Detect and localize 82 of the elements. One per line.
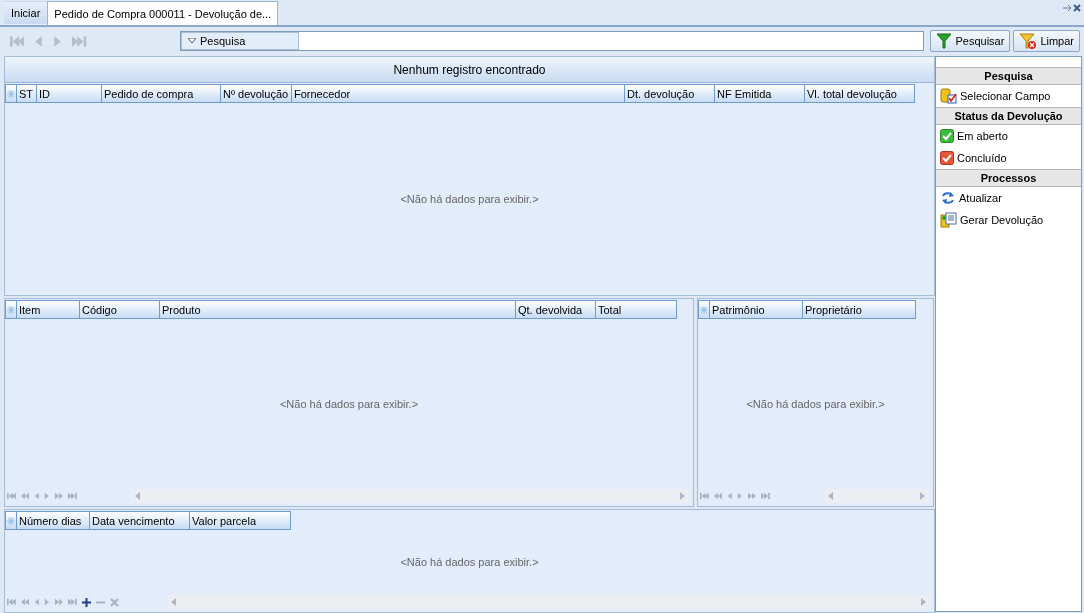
last-record-icon[interactable]: [68, 598, 77, 606]
previous-page-icon[interactable]: [713, 492, 722, 500]
first-record-icon[interactable]: [700, 492, 709, 500]
horizontal-scrollbar[interactable]: [167, 595, 930, 609]
action-item[interactable]: Gerar Devolução: [936, 209, 1081, 231]
first-record-icon[interactable]: [10, 34, 25, 48]
column-header[interactable]: Pedido de compra: [102, 84, 221, 103]
action-item[interactable]: Atualizar: [936, 187, 1081, 209]
checkbox-icon: [940, 151, 954, 165]
column-header[interactable]: Data vencimento: [90, 511, 190, 530]
field-check-icon: [940, 88, 957, 104]
next-page-icon[interactable]: [55, 492, 63, 500]
column-chooser-button[interactable]: [5, 84, 17, 103]
horizontal-scrollbar[interactable]: [824, 489, 929, 503]
tab[interactable]: Iniciar: [4, 1, 48, 25]
previous-page-icon[interactable]: [20, 492, 29, 500]
search-dropdown[interactable]: Pesquisa: [181, 32, 299, 50]
document-icon: [940, 212, 957, 228]
first-record-icon[interactable]: [7, 598, 16, 606]
filter-icon: [936, 33, 953, 49]
action-item[interactable]: Concluído: [936, 147, 1081, 169]
column-header[interactable]: Número dias: [17, 511, 90, 530]
last-record-icon[interactable]: [761, 492, 770, 500]
pin-arrow-icon[interactable]: [1063, 4, 1072, 12]
section-title: Processos: [936, 169, 1081, 187]
action-item[interactable]: Selecionar Campo: [936, 85, 1081, 107]
empty-message: <Não há dados para exibir.>: [400, 193, 539, 205]
column-header[interactable]: Patrimônio: [710, 300, 803, 319]
refresh-icon: [940, 190, 956, 206]
horizontal-scrollbar[interactable]: [131, 489, 689, 503]
next-record-icon[interactable]: [737, 492, 743, 500]
asterisk-icon: [700, 305, 708, 314]
column-header[interactable]: Valor parcela: [190, 511, 291, 530]
column-chooser-button[interactable]: [5, 511, 17, 530]
delete-icon[interactable]: [109, 597, 119, 607]
asterisk-icon: [7, 516, 15, 525]
search-field[interactable]: Pesquisa: [180, 31, 925, 51]
previous-record-icon[interactable]: [33, 598, 40, 606]
column-chooser-button[interactable]: [5, 300, 17, 319]
previous-page-icon[interactable]: [20, 598, 29, 606]
next-record-icon[interactable]: [53, 34, 63, 48]
next-record-icon[interactable]: [44, 492, 50, 500]
asterisk-icon: [7, 89, 15, 98]
column-header[interactable]: Dt. devolução: [625, 84, 715, 103]
last-record-icon[interactable]: [72, 34, 87, 48]
section-title: Status da Devolução: [936, 107, 1081, 125]
column-header[interactable]: Proprietário: [803, 300, 916, 319]
column-header[interactable]: Produto: [160, 300, 516, 319]
column-header[interactable]: ID: [37, 84, 102, 103]
search-button[interactable]: Pesquisar: [930, 30, 1011, 52]
column-header[interactable]: Nº devolução: [221, 84, 292, 103]
column-header[interactable]: ST: [17, 84, 37, 103]
first-record-icon[interactable]: [7, 492, 16, 500]
empty-message: <Não há dados para exibir.>: [400, 556, 539, 568]
column-header[interactable]: NF Emitida: [715, 84, 805, 103]
column-header[interactable]: Item: [17, 300, 80, 319]
previous-record-icon[interactable]: [726, 492, 733, 500]
checkbox-icon: [940, 129, 954, 143]
section-title: Pesquisa: [936, 67, 1081, 85]
next-page-icon[interactable]: [55, 598, 63, 606]
column-chooser-button[interactable]: [698, 300, 710, 319]
tab[interactable]: Pedido de Compra 000011 - Devolução de...: [47, 1, 279, 25]
clear-button[interactable]: Limpar: [1013, 30, 1080, 52]
previous-record-icon[interactable]: [34, 34, 44, 48]
empty-message: <Não há dados para exibir.>: [746, 397, 885, 410]
previous-record-icon[interactable]: [33, 492, 40, 500]
column-header[interactable]: Qt. devolvida: [516, 300, 596, 319]
grid-caption: Nenhum registro encontrado: [393, 62, 546, 77]
asterisk-icon: [7, 305, 15, 314]
close-icon[interactable]: [1073, 4, 1081, 12]
column-header[interactable]: Total: [596, 300, 677, 319]
last-record-icon[interactable]: [68, 492, 77, 500]
next-record-icon[interactable]: [44, 598, 50, 606]
dropdown-arrow-icon[interactable]: [188, 38, 196, 44]
add-icon[interactable]: [81, 597, 91, 607]
empty-message: <Não há dados para exibir.>: [279, 397, 419, 410]
column-header[interactable]: Fornecedor: [292, 84, 625, 103]
action-item[interactable]: Em aberto: [936, 125, 1081, 147]
clear-filter-icon: [1019, 33, 1038, 49]
next-page-icon[interactable]: [748, 492, 756, 500]
column-header[interactable]: Vl. total devolução: [805, 84, 915, 103]
column-header[interactable]: Código: [80, 300, 160, 319]
